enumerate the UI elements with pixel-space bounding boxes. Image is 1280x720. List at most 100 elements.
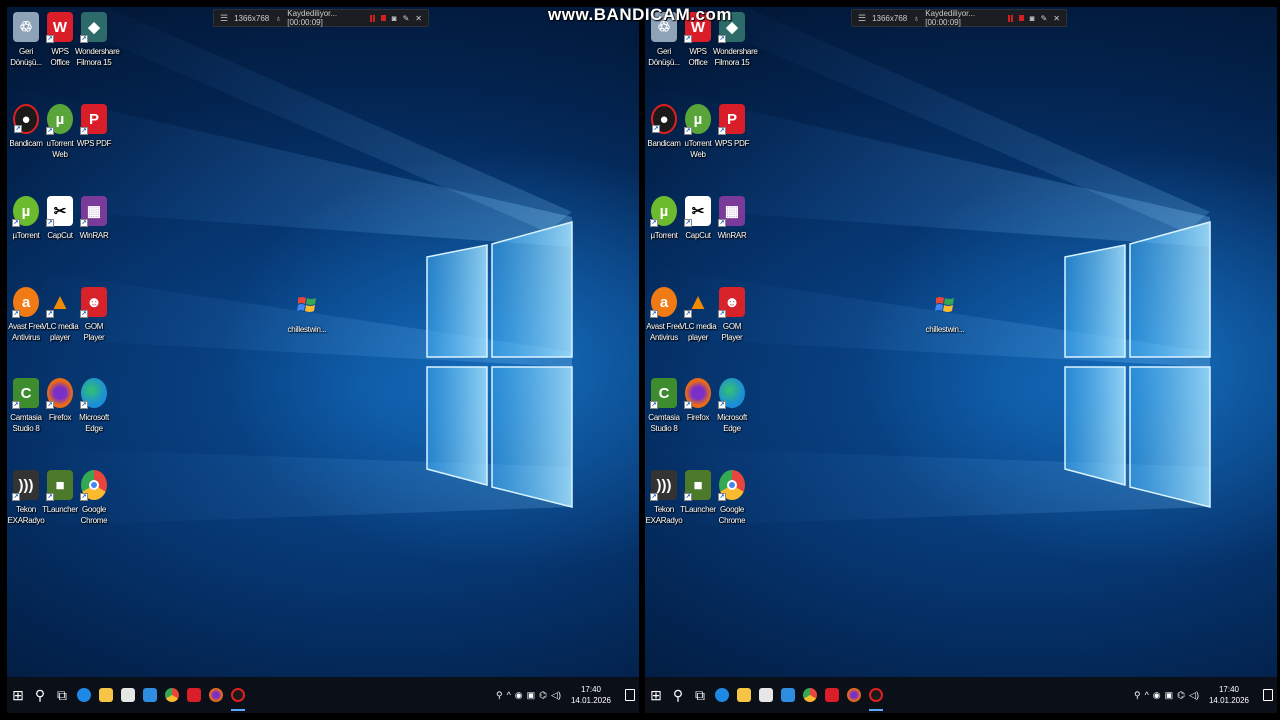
winrar-icon: ▦ ↗ [718,196,745,227]
desktop-icon-utorrent[interactable]: µ ↗ µTorrent [7,196,45,241]
desktop-icon-utorrent-web[interactable]: µ ↗ uTorrent Web [41,104,79,160]
utorrent-web-icon: µ ↗ [46,104,73,135]
notification-icon[interactable] [1263,689,1273,701]
bandicam-icon: ● ↗ [651,104,677,134]
taskbar-lock[interactable] [117,677,139,713]
desktop-icon-avast[interactable]: a ↗ Avast Free Antivirus [645,287,683,343]
person-icon[interactable]: ⚲ [496,690,503,701]
tray-app-icon[interactable]: ▣ [527,690,536,701]
store-icon [781,688,795,702]
search-button[interactable]: ⚲ [29,677,51,713]
taskbar-explorer[interactable] [733,677,755,713]
taskbar-wps[interactable] [183,677,205,713]
notification-icon[interactable] [625,689,635,701]
network-icon[interactable]: ⌬ [1177,690,1185,701]
search-button[interactable]: ⚲ [667,677,689,713]
network-icon[interactable]: ⌬ [539,690,547,701]
chevron-up-icon[interactable]: ^ [1145,690,1149,700]
firefox-icon [209,688,223,702]
desktop-icon-chrome[interactable]: ↗ Google Chrome [75,470,113,526]
task-view-button[interactable]: ⧉ [689,677,711,713]
tlauncher-icon: ■ ↗ [46,470,73,501]
bandicam-watermark: www.BANDICAM.com [548,5,732,24]
person-icon[interactable]: ⚲ [1134,690,1141,701]
desktop-icon-exaradyo[interactable]: ))) ↗ Tekon EXARadyo [645,470,683,526]
desktop-icon-chrome[interactable]: ↗ Google Chrome [713,470,751,526]
desktop-icon-edge[interactable]: ↗ Microsoft Edge [713,378,751,434]
camtasia-icon: C ↗ [12,378,39,409]
desktop-icon-vlc[interactable]: ▲ ↗ VLC media player [679,287,717,343]
desktop-icon-firefox[interactable]: ↗ Firefox [41,378,79,423]
taskbar-store[interactable] [777,677,799,713]
lock-icon [121,688,135,702]
internet-explorer-icon [77,688,91,702]
firefox-icon: ↗ [684,378,711,409]
windows-start-icon: ⊞ [12,686,24,703]
taskbar-ie[interactable] [711,677,733,713]
utorrent-web-icon: µ ↗ [684,104,711,135]
chrome-icon [803,688,817,702]
task-view-icon: ⧉ [695,686,705,703]
start-button[interactable]: ⊞ [645,677,667,713]
taskbar-firefox[interactable] [843,677,865,713]
desktop-icon-bandicam[interactable]: ● ↗ Bandicam [7,104,45,149]
tray-app-icon[interactable]: ▣ [1165,690,1174,701]
desktop-icon-wps-pdf[interactable]: P ↗ WPS PDF [713,104,751,149]
taskbar-ie[interactable] [73,677,95,713]
desktop-icon-chillestwin[interactable]: chillestwin... [283,290,331,335]
desktop-icon-exaradyo[interactable]: ))) ↗ Tekon EXARadyo [7,470,45,526]
desktop-icon-gom-player[interactable]: ☻ ↗ GOM Player [75,287,113,343]
avast-icon: a ↗ [650,287,677,318]
taskbar-explorer[interactable] [95,677,117,713]
start-button[interactable]: ⊞ [7,677,29,713]
desktop-icon-utorrent[interactable]: µ ↗ µTorrent [645,196,683,241]
bandicam-icon: ● ↗ [13,104,39,134]
chrome-icon [165,688,179,702]
windows-xp-logo-icon [294,290,320,320]
desktop-icon-winrar[interactable]: ▦ ↗ WinRAR [75,196,113,241]
taskbar-store[interactable] [139,677,161,713]
wps-office-icon [187,688,201,702]
clock[interactable]: 17:40 14.01.2026 [1203,684,1255,706]
desktop-icon-bandicam[interactable]: ● ↗ Bandicam [645,104,683,149]
desktop-icon-firefox[interactable]: ↗ Firefox [679,378,717,423]
desktop-icon-camtasia[interactable]: C ↗ Camtasia Studio 8 [7,378,45,434]
desktop-icon-winrar[interactable]: ▦ ↗ WinRAR [713,196,751,241]
clock[interactable]: 17:40 14.01.2026 [565,684,617,706]
exaradyo-icon: ))) ↗ [12,470,39,501]
volume-icon[interactable]: ◁) [551,690,561,701]
desktop-icon-capcut[interactable]: ✂ ↗ CapCut [41,196,79,241]
desktop-icon-avast[interactable]: a ↗ Avast Free Antivirus [7,287,45,343]
avast-icon: a ↗ [12,287,39,318]
store-icon [143,688,157,702]
desktop-icon-capcut[interactable]: ✂ ↗ CapCut [679,196,717,241]
edge-icon: ↗ [80,378,107,409]
volume-icon[interactable]: ◁) [1189,690,1199,701]
desktop-icon-gom-player[interactable]: ☻ ↗ GOM Player [713,287,751,343]
taskbar-wps[interactable] [821,677,843,713]
desktop-icon-edge[interactable]: ↗ Microsoft Edge [75,378,113,434]
task-view-button[interactable]: ⧉ [51,677,73,713]
desktop-icon-tlauncher[interactable]: ■ ↗ TLauncher [41,470,79,515]
bandicam-icon [231,688,245,702]
desktop-icon-utorrent-web[interactable]: µ ↗ uTorrent Web [679,104,717,160]
taskbar-firefox[interactable] [205,677,227,713]
taskbar-bandicam[interactable] [865,677,887,713]
desktop-icon-camtasia[interactable]: C ↗ Camtasia Studio 8 [645,378,683,434]
bandicam-icon [869,688,883,702]
taskbar-lock[interactable] [755,677,777,713]
capcut-icon: ✂ ↗ [46,196,73,227]
bandicam-tray-icon[interactable]: ◉ [1153,690,1161,701]
desktop-icon-chillestwin[interactable]: chillestwin... [921,290,969,335]
desktop-icon-tlauncher[interactable]: ■ ↗ TLauncher [679,470,717,515]
chevron-up-icon[interactable]: ^ [507,690,511,700]
bandicam-tray-icon[interactable]: ◉ [515,690,523,701]
taskbar-chrome[interactable] [799,677,821,713]
vlc-icon: ▲ ↗ [684,289,709,318]
desktop-icon-vlc[interactable]: ▲ ↗ VLC media player [41,287,79,343]
windows-start-icon: ⊞ [650,686,662,703]
taskbar-chrome[interactable] [161,677,183,713]
desktop-icon-wps-pdf[interactable]: P ↗ WPS PDF [75,104,113,149]
taskbar-bandicam[interactable] [227,677,249,713]
taskbar: ⊞ ⚲ ⧉ ⚲ ^ ◉ ▣ ⌬ ◁) 17:40 14.01.2026 [645,677,1277,713]
